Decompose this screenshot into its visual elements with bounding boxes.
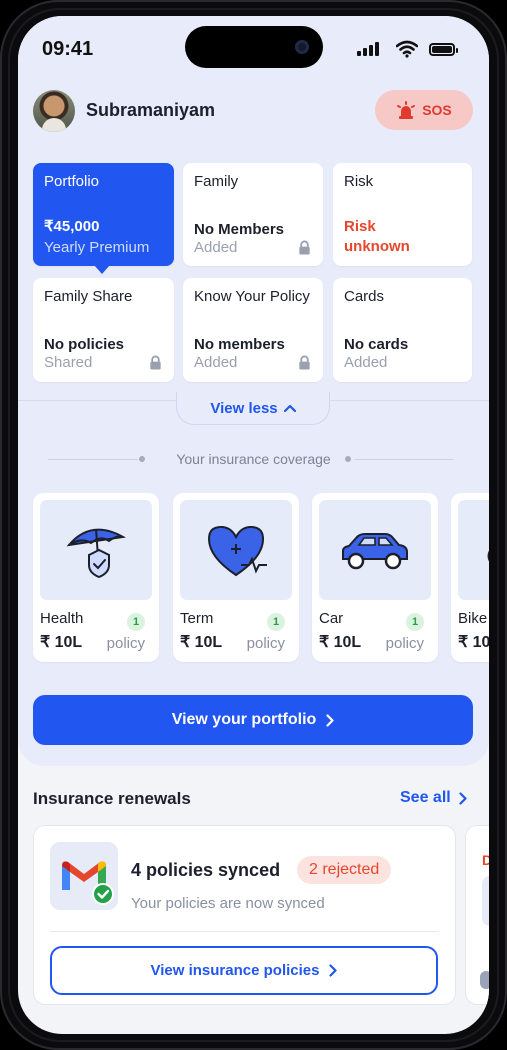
insurance-card-bike[interactable]: Bike ₹ 10 — [451, 493, 489, 662]
policy-label: policy — [106, 635, 145, 652]
view-less-label: View less — [210, 399, 278, 417]
sos-label: SOS — [422, 102, 452, 118]
insurance-amount: ₹ 10L — [180, 634, 223, 651]
username: Subramaniyam — [86, 100, 216, 120]
card-value: No policies — [44, 336, 125, 353]
card-family-share[interactable]: Family Share No policies Shared — [33, 278, 174, 382]
insurance-amount: ₹ 10L — [319, 634, 362, 651]
sync-title: 4 policies synced — [131, 860, 281, 880]
gmail-icon — [50, 842, 118, 910]
insurance-card-car[interactable]: Car ₹ 10L 1 policy — [312, 493, 438, 662]
card-caption: Added — [194, 354, 238, 371]
card-cards[interactable]: Cards No cards Added — [333, 278, 472, 382]
insurance-illustration — [319, 500, 431, 600]
card-value: No members — [194, 336, 285, 353]
card-caption: Added — [194, 239, 238, 256]
view-insurance-policies-button[interactable]: View insurance policies — [50, 946, 438, 995]
coverage-line-right — [354, 459, 454, 460]
card-title: Family — [194, 173, 239, 190]
insurance-card-term[interactable]: Term ₹ 10L 1 policy — [173, 493, 299, 662]
card-value: No Members — [194, 221, 285, 238]
view-less-toggle[interactable]: View less — [176, 392, 330, 425]
rejected-badge: 2 rejected — [297, 856, 392, 884]
card-risk[interactable]: Risk Risk unknown — [333, 163, 472, 266]
siren-icon — [397, 101, 416, 119]
renewals-heading: Insurance renewals — [33, 789, 191, 808]
risk-status: Risk — [344, 218, 376, 235]
lock-icon — [299, 355, 310, 370]
policy-count-badge: 1 — [406, 613, 424, 631]
heart-pulse-icon — [207, 525, 267, 577]
insurance-name: Bike — [458, 610, 488, 627]
car-icon — [342, 533, 408, 570]
policy-label: policy — [246, 635, 285, 652]
chevron-right-icon — [329, 964, 338, 977]
card-title: Portfolio — [44, 173, 100, 190]
card-value: No cards — [344, 336, 409, 353]
camera-icon — [295, 40, 309, 54]
card-portfolio[interactable]: Portfolio ₹45,000 Yearly Premium — [33, 163, 174, 266]
renewal-sync-card: 4 policies synced 2 rejected Your polici… — [33, 825, 456, 1005]
insurance-amount: ₹ 10 — [458, 634, 489, 651]
app-screen: 09:41 Subramaniyam SOS Portfolio ₹45,000… — [18, 16, 489, 1034]
wifi-icon — [396, 40, 418, 58]
avatar[interactable] — [33, 90, 75, 132]
next-card-icon — [480, 971, 489, 989]
next-card-image — [482, 876, 489, 926]
chevron-right-icon — [459, 791, 467, 805]
renewal-card-next[interactable]: D — [465, 825, 489, 1005]
insurance-name: Term — [180, 610, 214, 627]
view-insurance-policies-label: View insurance policies — [150, 962, 320, 979]
chevron-right-icon — [326, 713, 334, 727]
sos-button[interactable]: SOS — [375, 90, 473, 130]
portfolio-caption: Yearly Premium — [44, 239, 150, 256]
divider — [50, 931, 439, 932]
lock-icon — [299, 240, 310, 255]
insurance-illustration — [40, 500, 152, 600]
card-know-your-policy[interactable]: Know Your Policy No members Added — [183, 278, 323, 382]
coverage-dot-right — [345, 456, 351, 462]
insurance-illustration — [180, 500, 292, 600]
card-title: Cards — [344, 288, 385, 305]
bike-icon — [487, 550, 489, 562]
insurance-card-health[interactable]: Health ₹ 10L 1 policy — [33, 493, 159, 662]
insurance-amount: ₹ 10L — [40, 634, 83, 651]
see-all-link[interactable]: See all — [400, 789, 467, 807]
umbrella-shield-icon — [66, 528, 127, 579]
card-title: Family Share — [44, 288, 133, 305]
view-portfolio-label: View your portfolio — [171, 711, 317, 728]
risk-status-detail: unknown — [344, 238, 410, 255]
status-time: 09:41 — [42, 38, 94, 60]
policy-count-badge: 1 — [127, 613, 145, 631]
next-card-label: D — [482, 852, 489, 868]
card-title: Risk — [344, 173, 374, 190]
sync-subtitle: Your policies are now synced — [131, 895, 325, 912]
see-all-label: See all — [400, 789, 451, 806]
insurance-illustration — [458, 500, 489, 600]
portfolio-amount: ₹45,000 — [44, 218, 100, 235]
card-caption: Shared — [44, 354, 93, 371]
policy-count-badge: 1 — [267, 613, 285, 631]
card-caption: Added — [344, 354, 388, 371]
view-portfolio-button[interactable]: View your portfolio — [33, 695, 473, 745]
insurance-name: Car — [319, 610, 344, 627]
chevron-up-icon — [283, 404, 296, 412]
signal-icon — [357, 42, 383, 56]
insurance-name: Health — [40, 610, 84, 627]
card-title: Know Your Policy — [194, 288, 310, 305]
card-family[interactable]: Family No Members Added — [183, 163, 323, 266]
active-card-pointer — [94, 265, 110, 274]
policy-label: policy — [385, 635, 424, 652]
lock-icon — [150, 355, 161, 370]
dynamic-island — [185, 26, 323, 68]
battery-icon — [429, 43, 458, 56]
